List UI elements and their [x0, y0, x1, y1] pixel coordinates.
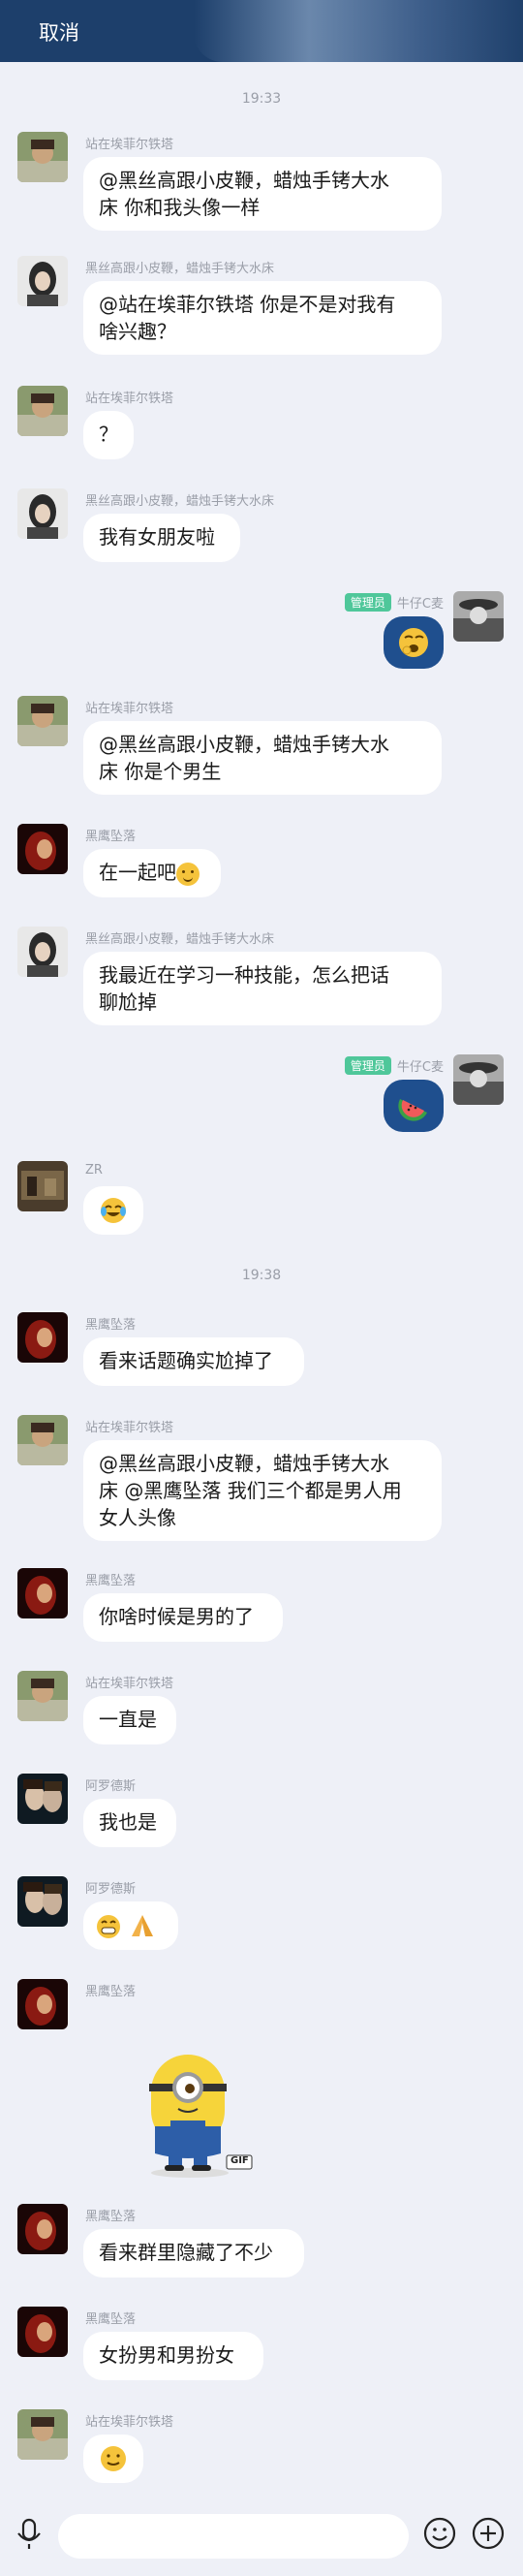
admin-badge: 管理员 [344, 1056, 391, 1075]
avatar[interactable] [17, 488, 68, 539]
cancel-button[interactable]: 取消 [39, 17, 79, 47]
avatar[interactable] [17, 696, 68, 746]
voice-button[interactable] [12, 2516, 46, 2551]
message-input[interactable] [58, 2514, 409, 2559]
gif-sticker[interactable]: GIF [122, 2047, 258, 2179]
avatar[interactable] [17, 1979, 68, 2029]
avatar[interactable] [17, 824, 68, 874]
tears-of-joy-emoji-icon [101, 1198, 126, 1223]
sender-name: ZR [85, 1163, 103, 1178]
sender-name: 黑丝高跟小皮鞭，蜡烛手铐大水床 [85, 494, 275, 509]
gif-label: GIF [231, 2155, 249, 2166]
emoji-button[interactable] [422, 2516, 457, 2551]
yawn-emoji-icon [399, 628, 428, 657]
sticker-bubble[interactable] [384, 1080, 444, 1132]
microphone-icon [17, 2518, 41, 2549]
plus-icon [472, 2517, 505, 2550]
sender-name: 站在埃菲尔铁塔 [85, 392, 174, 406]
sender-name: 黑丝高跟小皮鞭，蜡烛手铐大水床 [85, 262, 275, 276]
avatar[interactable] [17, 386, 68, 436]
sender-name: 站在埃菲尔铁塔 [85, 702, 174, 716]
message-bubble[interactable]: 我有女朋友啦 [83, 514, 240, 562]
sender-name: 站在埃菲尔铁塔 [85, 1677, 174, 1691]
admin-badge: 管理员 [344, 593, 391, 612]
sender-name: 黑鹰坠落 [85, 2210, 137, 2224]
avatar[interactable] [17, 2204, 68, 2254]
avatar[interactable] [17, 1876, 68, 1927]
sender-name: 牛仔C麦 [396, 1060, 444, 1075]
message-bubble[interactable]: 我最近在学习一种技能，怎么把话 聊尬掉 [83, 952, 442, 1025]
input-bar [0, 2500, 523, 2576]
message-bubble[interactable] [83, 2435, 143, 2483]
message-bubble[interactable]: @黑丝高跟小皮鞭，蜡烛手铐大水床 @黑鹰坠落 我们三个都是男人用 女人头像 [83, 1440, 442, 1541]
message-bubble[interactable]: 看来群里隐藏了不少 [83, 2229, 304, 2278]
blurred-title [194, 0, 523, 62]
message-bubble[interactable]: 看来话题确实尬掉了 [83, 1337, 304, 1386]
sender-name-row: 管理员 牛仔C麦 [344, 593, 444, 612]
avatar[interactable] [17, 2409, 68, 2460]
message-bubble[interactable] [83, 1186, 143, 1235]
sticker-bubble[interactable] [384, 616, 444, 669]
awkward-smile-emoji-icon [101, 2446, 126, 2471]
message-bubble[interactable]: @站在埃菲尔铁塔 你是不是对我有 啥兴趣？ [83, 281, 442, 355]
avatar[interactable] [17, 1568, 68, 1618]
header-bar: 取消 [0, 0, 523, 62]
avatar[interactable] [17, 1774, 68, 1824]
sender-name: 黑鹰坠落 [85, 830, 137, 844]
sender-name: 站在埃菲尔铁塔 [85, 138, 174, 152]
avatar[interactable] [17, 927, 68, 977]
avatar[interactable] [17, 132, 68, 182]
timestamp: 19:33 [241, 91, 282, 107]
message-bubble[interactable]: @黑丝高跟小皮鞭，蜡烛手铐大水床 你是个男生 [83, 721, 442, 795]
grin-emoji-icon [97, 1914, 120, 1938]
avatar[interactable] [17, 1415, 68, 1465]
sender-name-row: 管理员 牛仔C麦 [344, 1056, 444, 1075]
avatar[interactable] [17, 1312, 68, 1363]
sender-name: 站在埃菲尔铁塔 [85, 1421, 174, 1435]
smile-emoji-icon [176, 862, 200, 886]
message-bubble[interactable]: 你啥时候是男的了 [83, 1593, 283, 1642]
sender-name: 站在埃菲尔铁塔 [85, 2415, 174, 2430]
smile-icon [423, 2517, 456, 2550]
add-button[interactable] [471, 2516, 506, 2551]
message-bubble[interactable]: 在一起吧 [83, 849, 221, 897]
sender-name: 阿罗德斯 [85, 1779, 137, 1794]
sender-name: 阿罗德斯 [85, 1882, 137, 1897]
message-bubble[interactable]: 一直是 [83, 1696, 176, 1744]
watermelon-icon [398, 1099, 427, 1121]
avatar[interactable] [17, 256, 68, 306]
avatar[interactable] [17, 1671, 68, 1721]
avatar[interactable] [17, 1161, 68, 1211]
pray-hands-icon [132, 1914, 154, 1936]
sender-name: 黑鹰坠落 [85, 1318, 137, 1333]
sender-name: 黑鹰坠落 [85, 2312, 137, 2327]
message-bubble[interactable]: @黑丝高跟小皮鞭，蜡烛手铐大水床 你和我头像一样 [83, 157, 442, 231]
sender-name: 黑鹰坠落 [85, 1985, 137, 1999]
avatar[interactable] [17, 2307, 68, 2357]
message-bubble[interactable] [83, 1901, 178, 1950]
message-bubble[interactable]: 我也是 [83, 1799, 176, 1847]
avatar[interactable] [453, 1054, 504, 1105]
message-bubble[interactable]: ？ [83, 411, 134, 459]
sender-name: 黑丝高跟小皮鞭，蜡烛手铐大水床 [85, 932, 275, 947]
avatar[interactable] [453, 591, 504, 642]
timestamp: 19:38 [241, 1268, 282, 1283]
sender-name: 黑鹰坠落 [85, 1574, 137, 1588]
sender-name: 牛仔C麦 [396, 597, 444, 612]
message-bubble[interactable]: 女扮男和男扮女 [83, 2332, 263, 2380]
